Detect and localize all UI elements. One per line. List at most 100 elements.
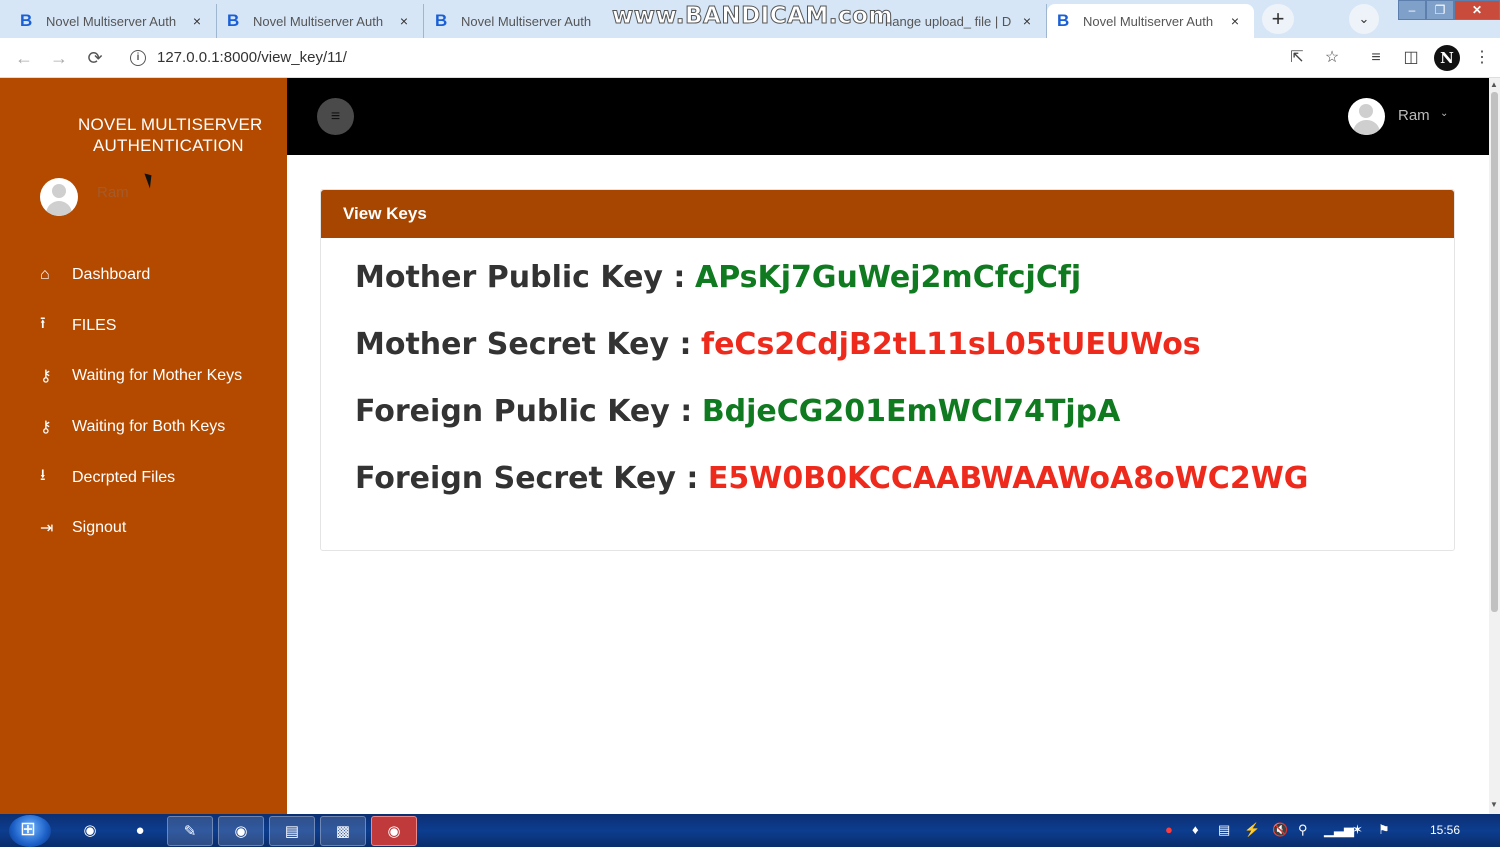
chrome-window-icon[interactable]: ◉ — [218, 816, 264, 846]
sidebar-avatar — [40, 178, 78, 216]
tray-app-icon[interactable]: ♦ — [1192, 822, 1199, 837]
record-indicator-icon[interactable]: ● — [1165, 822, 1173, 837]
upload-icon: ⭱ — [40, 315, 46, 333]
scroll-down-icon[interactable]: ▼ — [1490, 800, 1498, 809]
tab-title: hange upload_ file | D — [885, 13, 1012, 29]
site-info-icon[interactable]: i — [130, 50, 146, 66]
bandicam-record-icon[interactable]: ◉ — [371, 816, 417, 846]
browser-tab[interactable]: B Novel Multiserver Auth × — [10, 4, 217, 38]
taskbar-clock[interactable]: 15:56 — [1430, 823, 1460, 837]
bluetooth-icon[interactable]: ✶ — [1352, 822, 1363, 838]
back-arrow-icon[interactable]: ← — [12, 46, 36, 70]
command-prompt-icon[interactable]: ▩ — [320, 816, 366, 846]
bootstrap-favicon-icon: B — [20, 11, 33, 30]
browser-tab[interactable]: B Novel Multiserver Auth × — [217, 4, 424, 38]
bandicam-watermark: www.BANDICAM.com — [612, 3, 893, 30]
key-label: Foreign Public Key : — [355, 394, 693, 429]
firefox-icon[interactable]: ● — [117, 816, 163, 846]
app-top-bar: ≡ Ram ⌄ — [287, 78, 1489, 155]
browser-profile-avatar[interactable]: N — [1434, 45, 1460, 71]
start-button[interactable] — [9, 815, 51, 847]
key-row-foreign-secret: Foreign Secret Key : E5W0B0KCCAABWAAWoA8… — [355, 461, 1308, 496]
key-value: BdjeCG201EmWCl74TjpA — [701, 394, 1121, 429]
tab-search-chevron-icon[interactable]: ⌄ — [1349, 4, 1379, 34]
browser-tab-bar: B Novel Multiserver Auth × B Novel Multi… — [0, 0, 1500, 38]
chevron-down-icon[interactable]: ⌄ — [1440, 108, 1448, 119]
windows-taskbar: ◉ ● ✎ ◉ ▤ ▩ ◉ ● ♦ ▤ ⚡ 🔇 ⚲ ▁▃▅ ✶ ⚑ 15:56 — [0, 814, 1500, 847]
close-window-icon[interactable]: ✕ — [1454, 0, 1500, 20]
browser-tab[interactable]: B Novel Multiserver Auth — [425, 4, 610, 38]
browser-menu-icon[interactable]: ⋮ — [1470, 46, 1494, 70]
sidebar-item-dashboard[interactable]: ⌂ Dashboard — [0, 250, 287, 301]
sidebar-item-label: Signout — [72, 519, 127, 537]
key-label: Foreign Secret Key : — [355, 461, 699, 496]
hamburger-menu-icon[interactable]: ≡ — [317, 98, 354, 135]
brand-title: NOVEL MULTISERVER AUTHENTICATION — [22, 114, 312, 156]
forward-arrow-icon[interactable]: → — [47, 46, 71, 70]
browser-tab-active[interactable]: B Novel Multiserver Auth × — [1047, 4, 1254, 38]
scroll-up-icon[interactable]: ▲ — [1490, 80, 1498, 89]
signout-icon: ⇥ — [40, 520, 54, 538]
sidebar-item-label: Waiting for Both Keys — [72, 418, 226, 436]
search-tray-icon[interactable]: ⚲ — [1298, 822, 1308, 838]
sidebar-item-waiting-both-keys[interactable]: ⚷ Waiting for Both Keys — [0, 402, 287, 453]
tab-close-icon[interactable]: × — [1226, 13, 1244, 29]
key-label: Mother Public Key : — [355, 260, 686, 295]
key-icon: ⚷ — [40, 368, 52, 386]
new-tab-button[interactable]: + — [1262, 4, 1294, 34]
volume-muted-icon[interactable]: 🔇 — [1272, 822, 1288, 838]
home-icon: ⌂ — [40, 266, 50, 284]
file-explorer-icon[interactable]: ▤ — [269, 816, 315, 846]
side-panel-icon[interactable]: ◫ — [1399, 46, 1423, 70]
sidebar-menu: ⌂ Dashboard ⭱ FILES ⚷ Waiting for Mother… — [0, 250, 287, 554]
action-center-flag-icon[interactable]: ⚑ — [1378, 822, 1390, 838]
key-row-foreign-public: Foreign Public Key : BdjeCG201EmWCl74Tjp… — [355, 394, 1120, 429]
chrome-icon[interactable]: ◉ — [67, 816, 113, 846]
mouse-cursor-icon — [144, 171, 156, 189]
key-label: Mother Secret Key : — [355, 327, 692, 362]
url-field[interactable]: 127.0.0.1:8000/view_key/11/ — [157, 49, 347, 66]
tab-title: Novel Multiserver Auth — [46, 13, 177, 29]
main-content: View Keys Mother Public Key : APsKj7GuWe… — [287, 155, 1489, 814]
reading-list-icon[interactable]: ≡ — [1364, 46, 1388, 70]
tab-close-icon[interactable]: × — [395, 13, 413, 29]
minimize-icon[interactable]: – — [1398, 0, 1426, 20]
sidebar-item-label: Waiting for Mother Keys — [72, 367, 243, 385]
sidebar-item-label: Dashboard — [72, 266, 151, 284]
key-value: feCs2CdjB2tL11sL05tUEUWos — [701, 327, 1201, 362]
notepad-icon[interactable]: ✎ — [167, 816, 213, 846]
bootstrap-favicon-icon: B — [1057, 11, 1070, 30]
scrollbar-thumb[interactable] — [1491, 92, 1498, 612]
tab-title: Novel Multiserver Auth — [1083, 13, 1214, 29]
tab-title: Novel Multiserver Auth — [461, 13, 592, 29]
bookmark-star-icon[interactable]: ☆ — [1320, 46, 1344, 70]
sidebar-item-label: Decrpted Files — [72, 468, 176, 486]
tab-title: Novel Multiserver Auth — [253, 13, 384, 29]
brand-line-1: NOVEL MULTISERVER — [78, 115, 263, 134]
address-bar: ← → ⟳ i 127.0.0.1:8000/view_key/11/ ⇱ ☆ … — [0, 38, 1500, 78]
tab-close-icon[interactable]: × — [188, 13, 206, 29]
usb-icon[interactable]: ⚡ — [1244, 822, 1260, 838]
sidebar-item-label: FILES — [72, 316, 117, 334]
keys-icon: ⚷ — [40, 419, 52, 437]
user-menu-name[interactable]: Ram — [1398, 107, 1430, 124]
window-controls: – ❐ ✕ — [1398, 0, 1500, 20]
download-icon: ⭳ — [40, 467, 46, 485]
bootstrap-favicon-icon: B — [435, 11, 448, 30]
sidebar-username: Ram — [97, 184, 129, 201]
network-share-icon[interactable]: ▤ — [1218, 822, 1230, 838]
key-value: APsKj7GuWej2mCfcjCfj — [694, 260, 1082, 295]
sidebar-item-decrypted-files[interactable]: ⭳ Decrpted Files — [0, 452, 287, 503]
sidebar-item-signout[interactable]: ⇥ Signout — [0, 503, 287, 554]
tab-close-icon[interactable]: × — [1018, 13, 1036, 29]
reload-icon[interactable]: ⟳ — [83, 46, 107, 70]
page-scrollbar[interactable]: ▲ ▼ — [1489, 78, 1500, 814]
maximize-icon[interactable]: ❐ — [1426, 0, 1454, 20]
sidebar-item-waiting-mother-keys[interactable]: ⚷ Waiting for Mother Keys — [0, 351, 287, 402]
card-title: View Keys — [321, 190, 1454, 238]
sidebar-item-files[interactable]: ⭱ FILES — [0, 301, 287, 352]
signal-bars-icon[interactable]: ▁▃▅ — [1324, 822, 1354, 838]
sidebar: NOVEL MULTISERVER AUTHENTICATION Ram ⌂ D… — [0, 78, 287, 814]
share-icon[interactable]: ⇱ — [1285, 46, 1309, 70]
user-avatar[interactable] — [1348, 98, 1385, 135]
